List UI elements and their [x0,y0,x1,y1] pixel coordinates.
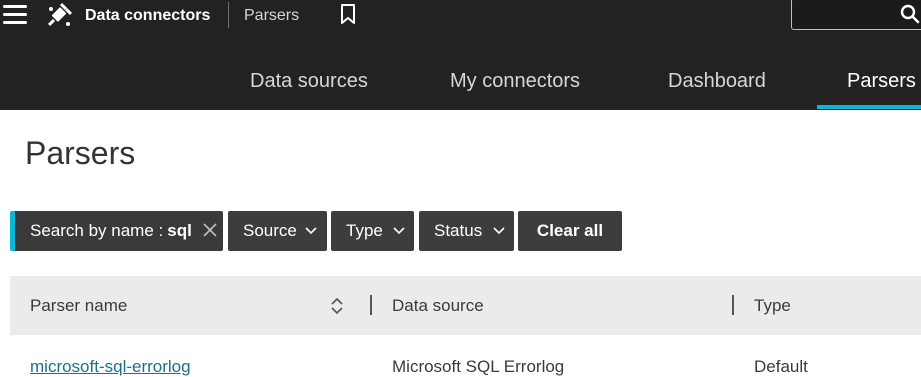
type-cell: Default [754,357,808,376]
status-filter-dropdown[interactable]: Status [419,211,514,251]
type-filter-label: Type [346,221,383,240]
clear-all-button[interactable]: Clear all [518,211,622,251]
column-header-data-source[interactable]: Data source [392,296,484,316]
close-icon[interactable] [203,223,217,237]
app-title[interactable]: Data connectors [85,7,210,25]
source-filter-dropdown[interactable]: Source [228,211,327,251]
breadcrumb: Parsers [244,7,300,24]
search-icon[interactable] [900,4,920,24]
parser-name-link[interactable]: microsoft-sql-errorlog [30,357,191,377]
brand-row: Data connectors Parsers [0,0,921,32]
search-filter-value: sql [167,221,192,240]
plug-icon [47,2,73,27]
column-header-parser-name[interactable]: Parser name [30,296,127,316]
menu-icon[interactable] [3,3,27,25]
tab-my-connectors[interactable]: My connectors [450,70,580,93]
source-filter-label: Source [243,221,297,240]
chevron-down-icon [493,227,505,235]
column-divider [370,295,372,315]
table-header: Parser name Data source Type [10,276,921,335]
top-app-bar: Data connectors Parsers Data sources My … [0,0,921,110]
tab-dashboard[interactable]: Dashboard [668,70,766,93]
divider [228,2,229,28]
bookmark-icon[interactable] [339,4,357,24]
tab-bar: Data sources My connectors Dashboard Par… [0,58,921,110]
type-filter-dropdown[interactable]: Type [331,211,414,251]
column-header-type[interactable]: Type [754,296,791,316]
chevron-down-icon [305,227,317,235]
search-filter-label: Search by name : [30,221,164,240]
table-row[interactable]: microsoft-sql-errorlog Microsoft SQL Err… [10,335,921,376]
search-filter-chip[interactable]: Search by name : sql [10,211,223,251]
sort-icon[interactable] [330,296,344,316]
search-input[interactable] [791,0,921,30]
chevron-down-icon [393,227,405,235]
column-divider [732,295,734,315]
page-title: Parsers [25,135,136,171]
tab-parsers[interactable]: Parsers [847,70,916,93]
tab-data-sources[interactable]: Data sources [250,70,368,93]
active-tab-indicator [817,105,921,109]
data-source-cell: Microsoft SQL Errorlog [392,357,565,376]
status-filter-label: Status [434,221,483,240]
